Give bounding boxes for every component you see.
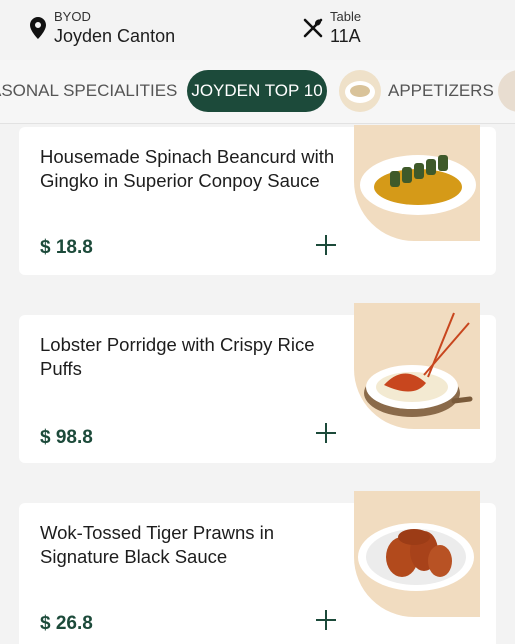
menu-item-card[interactable]: Lobster Porridge with Crispy Rice Puffs … — [19, 303, 496, 463]
table-label: Table — [330, 9, 362, 24]
tab-appetizers[interactable]: APPETIZERS — [388, 70, 494, 112]
location-label: BYOD — [54, 9, 91, 24]
tiger-prawns-image — [354, 491, 480, 617]
appetizers-thumbnail-image — [345, 81, 375, 103]
tab-joyden-top-10[interactable]: JOYDEN TOP 10 — [187, 70, 327, 112]
add-to-cart-button[interactable] — [313, 607, 339, 633]
menu-item-card[interactable]: Housemade Spinach Beancurd with Gingko i… — [19, 125, 496, 275]
add-to-cart-button[interactable] — [313, 420, 339, 446]
appetizers-thumbnail[interactable] — [339, 70, 381, 112]
cutlery-icon — [303, 18, 323, 38]
menu-list: Housemade Spinach Beancurd with Gingko i… — [0, 125, 515, 644]
menu-item-name: Wok-Tossed Tiger Prawns in Signature Bla… — [40, 522, 275, 567]
category-tabs: ASONAL SPECIALITIES JOYDEN TOP 10 APPETI… — [0, 60, 515, 124]
location-name: Joyden Canton — [54, 26, 176, 46]
location-pin-icon — [30, 17, 46, 39]
menu-item-name: Lobster Porridge with Crispy Rice Puffs — [40, 334, 315, 379]
menu-item-name: Housemade Spinach Beancurd with Gingko i… — [40, 146, 335, 191]
menu-item-card[interactable]: Wok-Tossed Tiger Prawns in Signature Bla… — [19, 491, 496, 644]
spinach-beancurd-image — [354, 125, 480, 241]
table-number: 11A — [330, 26, 361, 46]
menu-item-price: $ 26.8 — [40, 613, 93, 634]
table-info: Table 11A — [302, 9, 361, 47]
menu-item-price: $ 18.8 — [40, 237, 93, 258]
location-selector[interactable]: BYOD Joyden Canton — [30, 9, 175, 47]
menu-item-price: $ 98.8 — [40, 427, 93, 448]
tab-seasonal-specialities[interactable]: ASONAL SPECIALITIES — [0, 70, 177, 112]
add-to-cart-button[interactable] — [313, 232, 339, 258]
top-bar: BYOD Joyden Canton Table 11A — [0, 0, 515, 58]
lobster-porridge-image — [354, 303, 480, 429]
